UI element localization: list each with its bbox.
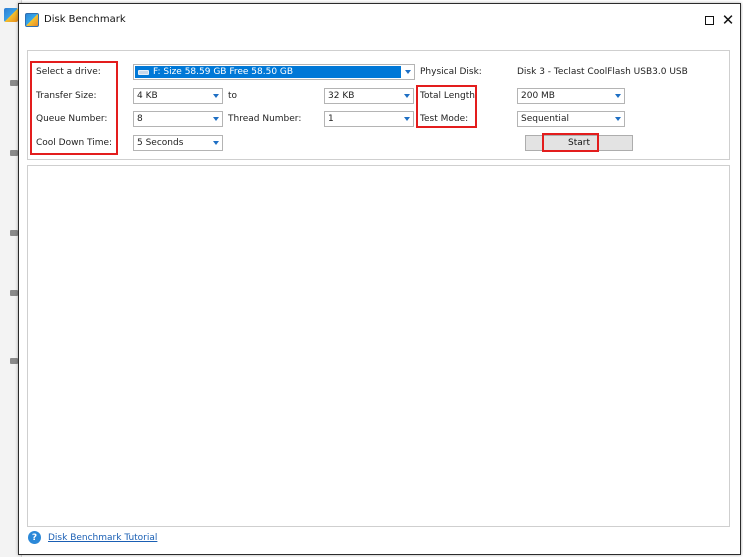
window-title: Disk Benchmark <box>44 14 126 25</box>
chevron-down-icon <box>210 112 222 126</box>
thread-number-select[interactable]: 1 <box>324 111 414 127</box>
tutorial-help[interactable]: ? Disk Benchmark Tutorial <box>28 531 157 544</box>
maximize-icon <box>704 15 714 25</box>
help-icon[interactable]: ? <box>28 531 41 544</box>
select-drive-label: Select a drive: <box>36 67 101 77</box>
benchmark-settings-panel: Select a drive: F: Size 58.59 GB Free 58… <box>27 50 730 160</box>
transfer-size-from-value: 4 KB <box>137 91 158 101</box>
to-label: to <box>228 91 238 101</box>
transfer-size-to-select[interactable]: 32 KB <box>324 88 414 104</box>
queue-number-label: Queue Number: <box>36 114 108 124</box>
total-length-select[interactable]: 200 MB <box>517 88 625 104</box>
drive-select-value: F: Size 58.59 GB Free 58.50 GB <box>153 67 294 77</box>
transfer-size-to-value: 32 KB <box>328 91 355 101</box>
background-glyph-icon <box>10 358 18 364</box>
background-glyph-icon <box>10 150 18 156</box>
background-glyph-icon <box>10 80 18 86</box>
test-mode-value: Sequential <box>521 114 569 124</box>
title-bar[interactable]: Disk Benchmark ✕ <box>19 4 740 36</box>
thread-number-value: 1 <box>328 114 334 124</box>
background-app-logo-icon <box>4 8 18 22</box>
drive-select[interactable]: F: Size 58.59 GB Free 58.50 GB <box>133 64 415 80</box>
chevron-down-icon <box>210 136 222 150</box>
queue-number-select[interactable]: 8 <box>133 111 223 127</box>
disk-benchmark-dialog: Disk Benchmark ✕ Select a drive: F: Size… <box>18 3 741 555</box>
close-icon: ✕ <box>721 11 735 29</box>
drive-icon <box>138 69 149 75</box>
start-button[interactable]: Start <box>525 135 633 151</box>
background-glyph-icon <box>10 290 18 296</box>
physical-disk-value: Disk 3 - Teclast CoolFlash USB3.0 USB <box>517 67 688 77</box>
maximize-button[interactable] <box>700 11 718 29</box>
cool-down-time-select[interactable]: 5 Seconds <box>133 135 223 151</box>
physical-disk-label: Physical Disk: <box>420 67 482 77</box>
transfer-size-label: Transfer Size: <box>36 91 97 101</box>
chevron-down-icon <box>401 112 413 126</box>
total-length-value: 200 MB <box>521 91 555 101</box>
transfer-size-from-select[interactable]: 4 KB <box>133 88 223 104</box>
chevron-down-icon <box>210 89 222 103</box>
disk-benchmark-tutorial-link[interactable]: Disk Benchmark Tutorial <box>48 533 157 543</box>
chevron-down-icon <box>612 112 624 126</box>
queue-number-value: 8 <box>137 114 143 124</box>
test-mode-label: Test Mode: <box>420 114 469 124</box>
benchmark-results-area <box>27 165 730 527</box>
app-logo-icon <box>25 13 39 27</box>
chevron-down-icon <box>612 89 624 103</box>
total-length-label: Total Length: <box>420 91 478 101</box>
chevron-down-icon <box>401 89 413 103</box>
close-button[interactable]: ✕ <box>719 11 737 29</box>
background-glyph-icon <box>10 230 18 236</box>
test-mode-select[interactable]: Sequential <box>517 111 625 127</box>
thread-number-label: Thread Number: <box>228 114 302 124</box>
cool-down-time-label: Cool Down Time: <box>36 138 113 148</box>
cool-down-time-value: 5 Seconds <box>137 138 184 148</box>
page: Disk Benchmark ✕ Select a drive: F: Size… <box>0 0 743 557</box>
chevron-down-icon <box>402 65 414 79</box>
